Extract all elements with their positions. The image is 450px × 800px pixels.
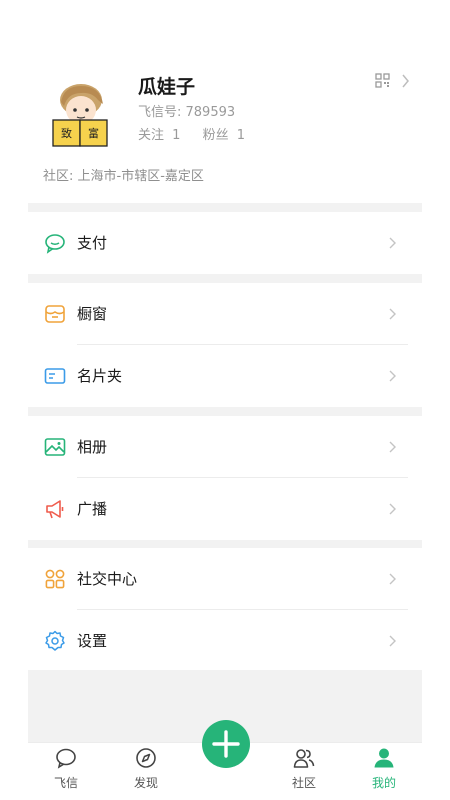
follow-stats: 关注 1 粉丝 1 <box>138 124 245 143</box>
menu-group-shop: 橱窗 名片夹 <box>28 283 422 407</box>
chat-bubble-icon <box>45 234 65 254</box>
section-separator <box>28 203 422 212</box>
chat-bubble-icon <box>56 748 76 769</box>
grid-icon <box>45 569 65 589</box>
menu-item-label: 橱窗 <box>77 305 108 323</box>
megaphone-icon <box>46 500 64 519</box>
tab-community[interactable]: 社区 <box>274 743 334 800</box>
chevron-right-icon <box>389 573 396 585</box>
profile-page: 致 富 瓜娃子 飞信号: 789593 关注 1 粉丝 1 社区: 上海市-市辖… <box>28 0 422 745</box>
menu-item-photo-album[interactable]: 相册 <box>28 416 422 478</box>
avatar[interactable]: 致 富 <box>48 80 120 152</box>
menu-item-label: 社交中心 <box>77 570 138 588</box>
tab-label: 我的 <box>371 776 396 790</box>
feixin-id-label: 飞信号: <box>138 105 186 120</box>
menu-item-label: 相册 <box>77 438 108 456</box>
following-count[interactable]: 1 <box>172 128 180 143</box>
chevron-right-icon <box>389 635 396 647</box>
menu-item-card-holder[interactable]: 名片夹 <box>28 345 422 407</box>
chevron-right-icon <box>389 237 396 249</box>
feixin-id-value: 789593 <box>185 105 236 120</box>
section-separator <box>28 539 422 548</box>
menu-item-label: 名片夹 <box>77 367 123 385</box>
people-icon <box>293 749 315 768</box>
person-icon <box>374 748 394 768</box>
chevron-right-icon <box>389 441 396 453</box>
qr-code-icon[interactable] <box>375 72 415 92</box>
tab-label: 飞信 <box>53 776 78 790</box>
section-separator <box>28 407 422 416</box>
chevron-right-icon <box>389 503 396 515</box>
menu-item-social-center[interactable]: 社交中心 <box>28 548 422 610</box>
menu-item-label: 广播 <box>77 500 108 518</box>
card-holder-icon <box>44 368 66 384</box>
avatar-book-text-left: 致 <box>61 126 72 140</box>
profile-name: 瓜娃子 <box>138 76 196 98</box>
tab-label: 发现 <box>133 776 158 790</box>
section-separator <box>28 274 422 283</box>
tab-feixin[interactable]: 飞信 <box>36 743 96 800</box>
followers-count[interactable]: 1 <box>237 128 245 143</box>
menu-item-settings[interactable]: 设置 <box>28 610 422 672</box>
menu-group-media: 相册 广播 <box>28 416 422 540</box>
tab-mine[interactable]: 我的 <box>354 743 414 800</box>
tab-discover[interactable]: 发现 <box>116 743 176 800</box>
shop-window-icon <box>45 305 65 323</box>
menu-group-pay: 支付 <box>28 212 422 274</box>
tab-label: 社区 <box>291 776 316 790</box>
compass-icon <box>136 748 156 768</box>
add-button[interactable] <box>202 720 250 768</box>
photo-album-icon <box>44 438 66 456</box>
menu-item-shop-window[interactable]: 橱窗 <box>28 283 422 345</box>
menu-item-label: 设置 <box>77 632 108 650</box>
following-label: 关注 <box>138 128 165 143</box>
menu-group-social: 社交中心 设置 <box>28 548 422 672</box>
avatar-book-text-right: 富 <box>88 126 99 140</box>
menu-item-broadcast[interactable]: 广播 <box>28 478 422 540</box>
chevron-right-icon <box>389 370 396 382</box>
plus-icon <box>212 730 240 758</box>
feixin-id: 飞信号: 789593 <box>138 101 235 120</box>
menu-item-label: 支付 <box>77 234 108 252</box>
menu-item-pay[interactable]: 支付 <box>28 212 422 274</box>
followers-label: 粉丝 <box>202 128 229 143</box>
chevron-right-icon <box>389 308 396 320</box>
community-location: 社区: 上海市-市辖区-嘉定区 <box>43 169 204 184</box>
profile-header[interactable]: 致 富 瓜娃子 飞信号: 789593 关注 1 粉丝 1 社区: 上海市-市辖… <box>28 0 422 203</box>
settings-icon <box>45 630 65 651</box>
